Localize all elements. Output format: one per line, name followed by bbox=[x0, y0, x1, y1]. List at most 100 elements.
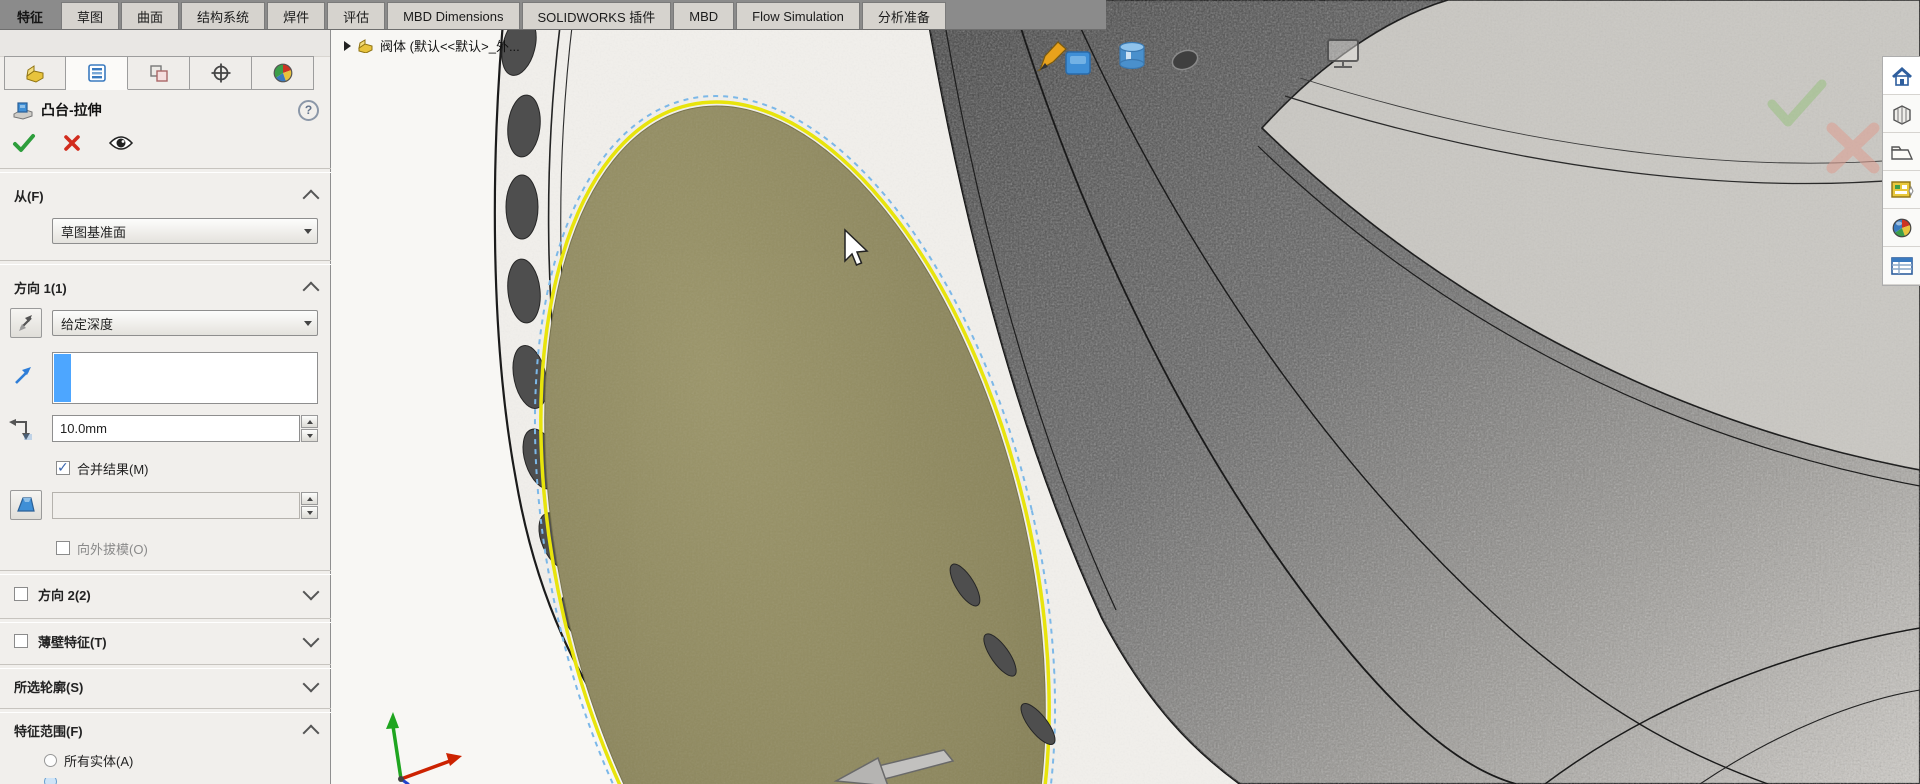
direction2-checkbox[interactable] bbox=[14, 587, 28, 601]
all-bodies-row[interactable]: 所有实体(A) bbox=[0, 748, 331, 772]
tab-dimxpert-manager[interactable] bbox=[190, 56, 252, 90]
merge-result-checkbox[interactable] bbox=[56, 461, 70, 475]
tab-addins[interactable]: SOLIDWORKS 插件 bbox=[522, 2, 672, 29]
dimxpert-manager-icon bbox=[210, 63, 232, 83]
all-bodies-radio[interactable] bbox=[44, 754, 57, 767]
custom-properties-icon bbox=[1890, 256, 1914, 276]
isolate-cube-icon[interactable] bbox=[1066, 52, 1090, 74]
tab-configuration-manager[interactable] bbox=[128, 56, 190, 90]
divider bbox=[0, 168, 331, 173]
part-icon bbox=[357, 38, 374, 53]
chevron-up-icon bbox=[303, 281, 320, 298]
tab-structure-system[interactable]: 结构系统 bbox=[181, 2, 265, 29]
tab-mbd-dimensions[interactable]: MBD Dimensions bbox=[387, 2, 519, 29]
draft-icon bbox=[15, 495, 37, 515]
thin-feature-label: 薄壁特征(T) bbox=[38, 632, 107, 651]
from-dropdown-value: 草图基准面 bbox=[61, 222, 126, 241]
dropdown-arrow-icon bbox=[304, 229, 312, 234]
appearances-button[interactable] bbox=[1883, 209, 1920, 247]
chevron-up-icon bbox=[303, 189, 320, 206]
spin-down-button[interactable] bbox=[301, 506, 318, 519]
selected-contours-label: 所选轮廓(S) bbox=[14, 677, 83, 696]
chevron-down-icon bbox=[303, 631, 320, 648]
tab-analysis-prep[interactable]: 分析准备 bbox=[862, 2, 946, 29]
tab-property-manager[interactable] bbox=[66, 56, 128, 90]
tab-feature-manager[interactable] bbox=[4, 56, 66, 90]
custom-properties-button[interactable] bbox=[1883, 247, 1920, 285]
preview-eye-icon[interactable] bbox=[108, 134, 134, 152]
tab-display-manager[interactable] bbox=[252, 56, 314, 90]
configuration-manager-icon bbox=[148, 63, 170, 83]
reverse-direction-icon bbox=[16, 313, 36, 333]
draft-outward-label: 向外拔模(O) bbox=[77, 539, 148, 558]
section-thin-feature-header[interactable]: 薄壁特征(T) bbox=[0, 627, 331, 655]
graphics-viewport[interactable] bbox=[331, 0, 1920, 784]
spin-up-button[interactable] bbox=[301, 415, 318, 428]
display-manager-icon bbox=[272, 63, 294, 83]
tab-surfaces[interactable]: 曲面 bbox=[121, 2, 179, 29]
tree-node-label[interactable]: 阀体 (默认<<默认>_外... bbox=[380, 36, 520, 55]
direction-reference-selectbox[interactable] bbox=[52, 352, 318, 404]
tab-sketch[interactable]: 草图 bbox=[61, 2, 119, 29]
home-button[interactable] bbox=[1883, 57, 1920, 95]
design-library-icon bbox=[1890, 103, 1914, 125]
chevron-down-icon bbox=[303, 584, 320, 601]
divider bbox=[0, 708, 331, 713]
draft-outward-checkbox[interactable] bbox=[56, 541, 70, 555]
propertymanager-panel: 凸台-拉伸 ? 从(F) 草图基准面 bbox=[0, 30, 331, 784]
merge-result-row[interactable]: 合并结果(M) bbox=[0, 456, 331, 480]
direction-reference-icon bbox=[12, 365, 34, 387]
direction1-label: 方向 1(1) bbox=[14, 278, 67, 297]
selected-bodies-radio[interactable] bbox=[44, 778, 57, 784]
spin-up-button[interactable] bbox=[301, 492, 318, 505]
depth-field[interactable]: 10.0mm bbox=[52, 415, 300, 442]
draft-button[interactable] bbox=[10, 490, 42, 520]
depth-icon bbox=[8, 418, 34, 442]
from-dropdown[interactable]: 草图基准面 bbox=[52, 218, 318, 244]
end-condition-dropdown[interactable]: 给定深度 bbox=[52, 310, 318, 336]
section-selected-contours-header[interactable]: 所选轮廓(S) bbox=[0, 672, 331, 700]
section-direction1-header[interactable]: 方向 1(1) bbox=[0, 274, 331, 300]
section-from-header[interactable]: 从(F) bbox=[0, 182, 331, 208]
chevron-up-icon bbox=[303, 724, 320, 741]
depth-value: 10.0mm bbox=[60, 421, 107, 436]
divider bbox=[0, 570, 331, 575]
ok-check-icon[interactable] bbox=[12, 133, 36, 153]
file-explorer-icon bbox=[1890, 142, 1914, 162]
solidworks-window: 阀体 (默认<<默认>_外... 特征 草图 曲面 结构系统 焊件 评估 MBD… bbox=[0, 0, 1920, 784]
design-library-button[interactable] bbox=[1883, 95, 1920, 133]
home-icon bbox=[1890, 65, 1914, 87]
spin-down-button[interactable] bbox=[301, 429, 318, 442]
draft-angle-field bbox=[52, 492, 300, 519]
pm-title: 凸台-拉伸 bbox=[41, 100, 102, 120]
panel-top-strip bbox=[0, 30, 330, 57]
section-feature-scope-header[interactable]: 特征范围(F) bbox=[0, 716, 331, 744]
cylinder-tool-icon[interactable] bbox=[1120, 43, 1144, 69]
tab-features[interactable]: 特征 bbox=[1, 2, 59, 29]
tab-flow-simulation[interactable]: Flow Simulation bbox=[736, 2, 860, 29]
help-icon[interactable]: ? bbox=[298, 100, 319, 121]
pm-header: 凸台-拉伸 ? bbox=[0, 95, 331, 125]
section-direction2-header[interactable]: 方向 2(2) bbox=[0, 580, 331, 608]
appearances-icon bbox=[1891, 217, 1913, 239]
property-manager-icon bbox=[86, 63, 108, 83]
active-selection-stripe bbox=[54, 354, 71, 402]
reverse-direction-button[interactable] bbox=[10, 308, 42, 338]
feature-manager-icon bbox=[24, 63, 46, 83]
boss-extrude-icon bbox=[12, 100, 34, 120]
file-explorer-button[interactable] bbox=[1883, 133, 1920, 171]
depth-spinner bbox=[301, 415, 318, 442]
view-palette-button[interactable] bbox=[1883, 171, 1920, 209]
tab-evaluate[interactable]: 评估 bbox=[327, 2, 385, 29]
tree-expand-arrow[interactable] bbox=[344, 41, 351, 51]
thin-feature-checkbox[interactable] bbox=[14, 634, 28, 648]
tab-weldments[interactable]: 焊件 bbox=[267, 2, 325, 29]
draft-outward-row[interactable]: 向外拔模(O) bbox=[0, 536, 331, 560]
from-label: 从(F) bbox=[14, 186, 44, 205]
commandmanager-tabbar: 特征 草图 曲面 结构系统 焊件 评估 MBD Dimensions SOLID… bbox=[0, 0, 1106, 30]
end-condition-value: 给定深度 bbox=[61, 314, 113, 333]
tab-mbd[interactable]: MBD bbox=[673, 2, 734, 29]
dropdown-arrow-icon bbox=[304, 321, 312, 326]
cancel-x-icon[interactable] bbox=[62, 133, 82, 153]
selected-bodies-row-partial[interactable] bbox=[0, 778, 331, 784]
